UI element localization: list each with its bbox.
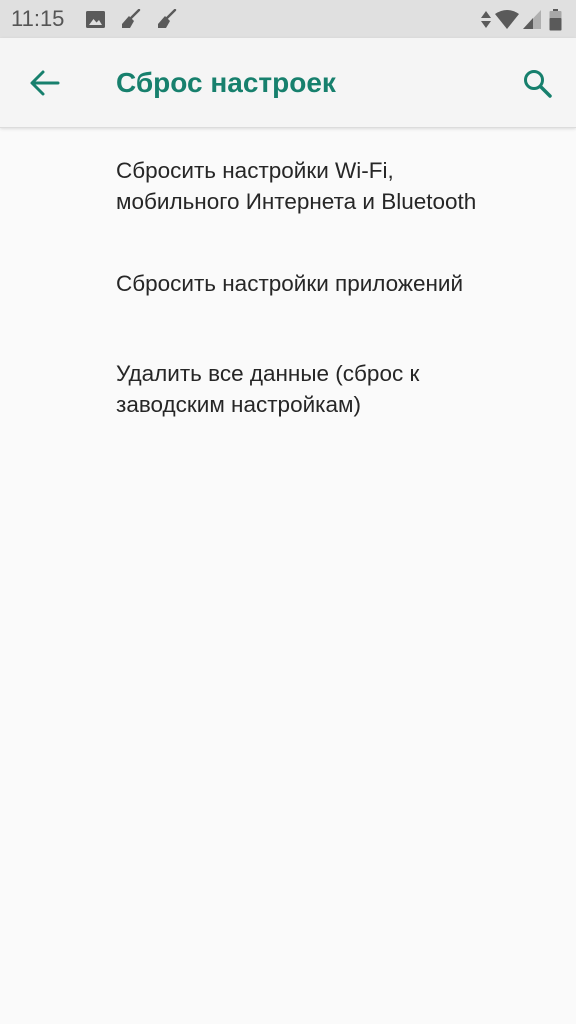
battery-icon: [549, 9, 562, 31]
list-item-label: мобильного Интернета и Bluetooth: [116, 189, 477, 214]
app-bar: Сброс настроек: [0, 38, 576, 128]
broom-icon: [122, 9, 141, 28]
status-bar: 11:15: [0, 0, 576, 38]
wifi-icon: [495, 10, 519, 29]
list-item-label: заводским настройкам): [116, 392, 361, 417]
page-title: Сброс настроек: [116, 67, 336, 98]
list-item-factory-reset[interactable]: Удалить все данные (сброс к заводским на…: [0, 328, 576, 438]
search-icon: [524, 70, 552, 98]
data-arrows-icon: [481, 11, 491, 28]
status-time: 11:15: [11, 6, 65, 31]
arrow-back-icon: [30, 70, 60, 96]
broom-icon: [158, 9, 177, 28]
signal-icon: [523, 10, 541, 29]
back-button[interactable]: [22, 60, 68, 106]
list-item-label: Сбросить настройки Wi-Fi,: [116, 158, 394, 183]
list-item-label: Удалить все данные (сброс к: [116, 361, 420, 386]
image-icon: [86, 11, 105, 28]
list-item-reset-apps[interactable]: Сбросить настройки приложений: [0, 243, 576, 323]
list-item-reset-network[interactable]: Сбросить настройки Wi-Fi, мобильного Инт…: [0, 138, 576, 238]
list-item-label: Сбросить настройки приложений: [116, 271, 464, 296]
search-button[interactable]: [514, 60, 560, 106]
